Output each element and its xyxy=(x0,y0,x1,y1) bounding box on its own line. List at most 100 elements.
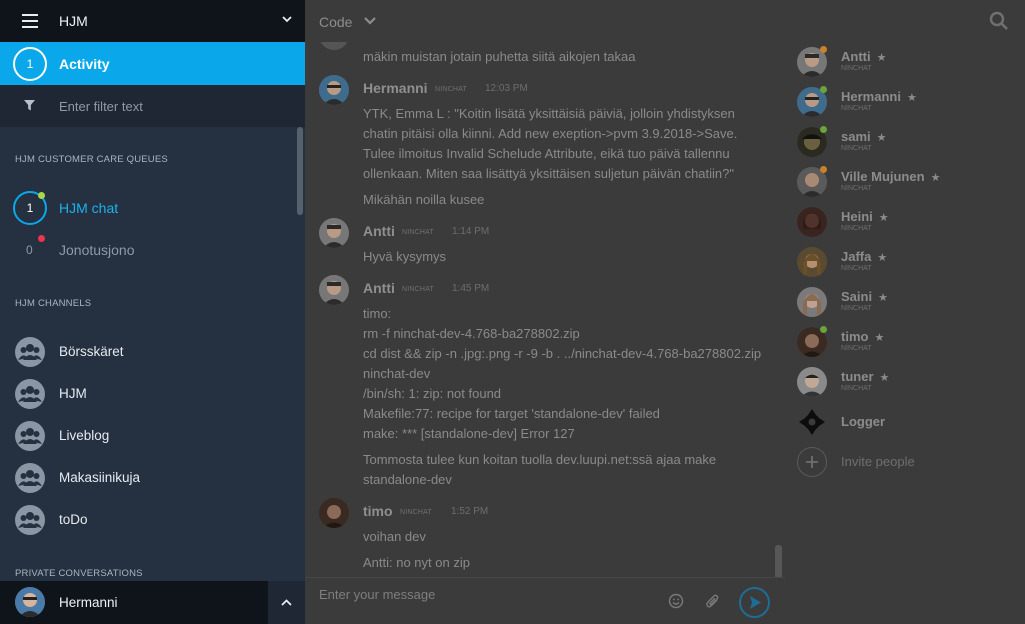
message-text: chatin pitäisi olla kiinni. Add new exep… xyxy=(363,126,738,141)
member-item[interactable]: Hermanni ★ NINCHAT xyxy=(797,82,1017,122)
sidebar-scrollbar[interactable] xyxy=(297,127,303,215)
message-author[interactable]: Antti xyxy=(363,223,395,239)
queue-count: 0 xyxy=(26,243,33,257)
avatar xyxy=(319,275,349,305)
logger-icon xyxy=(797,407,827,437)
author-tag: NINCHAT xyxy=(435,86,467,93)
member-name: Antti ★ xyxy=(841,49,887,64)
activity-item[interactable]: 1 Activity xyxy=(0,42,305,85)
chevron-down-icon[interactable] xyxy=(363,15,377,27)
avatar xyxy=(797,207,827,237)
member-item[interactable]: tuner ★ NINCHAT xyxy=(797,362,1017,402)
channel-item[interactable]: Börsskäret xyxy=(0,331,296,373)
activity-count: 1 xyxy=(13,47,47,81)
member-name: Ville Mujunen ★ xyxy=(841,169,941,184)
message-author[interactable]: Hermanni xyxy=(363,80,428,96)
channel-label: Börsskäret xyxy=(59,344,124,359)
message-text: Mikähän noilla kusee xyxy=(363,192,485,207)
member-item[interactable]: sami ★ NINCHAT xyxy=(797,122,1017,162)
emoji-icon[interactable] xyxy=(668,593,684,609)
expand-button[interactable] xyxy=(268,581,305,624)
message-text: Tommosta tulee kun koitan tuolla dev.luu… xyxy=(363,452,717,467)
queue-label: HJM chat xyxy=(59,200,119,216)
member-item[interactable]: Ville Mujunen ★ NINCHAT xyxy=(797,162,1017,202)
avatar xyxy=(797,367,827,397)
member-item[interactable]: Heini ★ NINCHAT xyxy=(797,202,1017,242)
message-text: /bin/sh: 1: zip: not found xyxy=(363,386,502,401)
member-name: Hermanni ★ xyxy=(841,89,917,104)
status-dot xyxy=(38,235,45,242)
star-icon: ★ xyxy=(879,372,890,384)
invite-people-button[interactable]: Invite people xyxy=(797,442,1017,482)
avatar xyxy=(319,42,349,50)
filter-input[interactable]: Enter filter text xyxy=(59,99,143,114)
message-text: YTK, Emma L : "Koitin lisätä yksittäisiä… xyxy=(363,106,735,121)
star-icon: ★ xyxy=(876,132,887,144)
group-icon xyxy=(15,421,45,451)
queue-hjm-chat[interactable]: 1 HJM chat xyxy=(0,188,296,228)
channel-item[interactable]: toDo xyxy=(0,499,296,541)
member-item[interactable]: Jaffa ★ NINCHAT xyxy=(797,242,1017,282)
member-tag: NINCHAT xyxy=(841,305,872,312)
send-icon xyxy=(750,596,761,609)
message-text: voihan dev xyxy=(363,529,426,544)
message-scrollbar[interactable] xyxy=(775,545,782,577)
search-icon[interactable] xyxy=(989,11,1009,31)
status-dot xyxy=(820,126,827,133)
org-header[interactable]: HJM xyxy=(0,0,305,42)
message-author[interactable]: Antti xyxy=(363,280,395,296)
message-text: Antti: no nyt on zip xyxy=(363,555,470,570)
message-input[interactable]: Enter your message xyxy=(319,587,435,602)
queue-jonotusjono[interactable]: 0 Jonotusjono xyxy=(0,230,296,270)
avatar xyxy=(15,587,45,617)
message-text: Tulee ilmoitus Invalid Schelude Attribut… xyxy=(363,146,730,161)
group-icon xyxy=(15,505,45,535)
avatar xyxy=(319,218,349,248)
message-text: standalone-dev xyxy=(363,472,452,487)
channel-title[interactable]: Code xyxy=(319,14,352,30)
member-tag: NINCHAT xyxy=(841,185,872,192)
attachment-icon[interactable] xyxy=(705,592,721,610)
group-icon xyxy=(15,379,45,409)
status-dot xyxy=(820,46,827,53)
group-icon xyxy=(15,463,45,493)
sidebar: HJM 1 Activity Enter filter text HJM CUS… xyxy=(0,0,305,624)
channel-topbar: Code xyxy=(305,0,1025,42)
status-dot xyxy=(820,326,827,333)
channel-item[interactable]: Makasiinikuja xyxy=(0,457,296,499)
message-text: Makefile:77: recipe for target 'standalo… xyxy=(363,406,660,421)
send-button[interactable] xyxy=(739,587,770,618)
message-composer: Enter your message xyxy=(305,577,785,624)
group-icon xyxy=(15,337,45,367)
star-icon: ★ xyxy=(876,52,887,64)
member-tag: NINCHAT xyxy=(841,65,872,72)
message-author[interactable]: timo xyxy=(363,503,393,519)
current-user-bar[interactable]: Hermanni xyxy=(0,581,305,624)
message-text: ninchat-dev xyxy=(363,366,431,381)
star-icon: ★ xyxy=(906,92,917,104)
member-item[interactable]: Saini ★ NINCHAT xyxy=(797,282,1017,322)
menu-icon[interactable] xyxy=(22,14,38,28)
member-tag: NINCHAT xyxy=(841,105,872,112)
channel-label: HJM xyxy=(59,386,87,401)
member-name: timo ★ xyxy=(841,329,885,344)
channel-item[interactable]: HJM xyxy=(0,373,296,415)
member-tag: NINCHAT xyxy=(841,345,872,352)
filter-bar[interactable]: Enter filter text xyxy=(0,85,305,127)
logger-item[interactable]: Logger xyxy=(797,402,1017,442)
member-name: Heini ★ xyxy=(841,209,889,224)
avatar xyxy=(319,75,349,105)
message-text: cd dist && zip -n .jpg:.png -r -9 -b . .… xyxy=(363,346,762,361)
star-icon: ★ xyxy=(877,252,888,264)
channel-item[interactable]: Liveblog xyxy=(0,415,296,457)
member-name: tuner ★ xyxy=(841,369,890,384)
author-tag: NINCHAT xyxy=(402,229,434,236)
member-item[interactable]: timo ★ NINCHAT xyxy=(797,322,1017,362)
member-tag: NINCHAT xyxy=(841,265,872,272)
chevron-down-icon[interactable] xyxy=(280,12,294,26)
star-icon: ★ xyxy=(874,332,885,344)
message-time: 1:52 PM xyxy=(451,506,489,517)
member-tag: NINCHAT xyxy=(841,225,872,232)
member-item[interactable]: Antti ★ NINCHAT xyxy=(797,42,1017,82)
channel-label: Liveblog xyxy=(59,428,110,443)
